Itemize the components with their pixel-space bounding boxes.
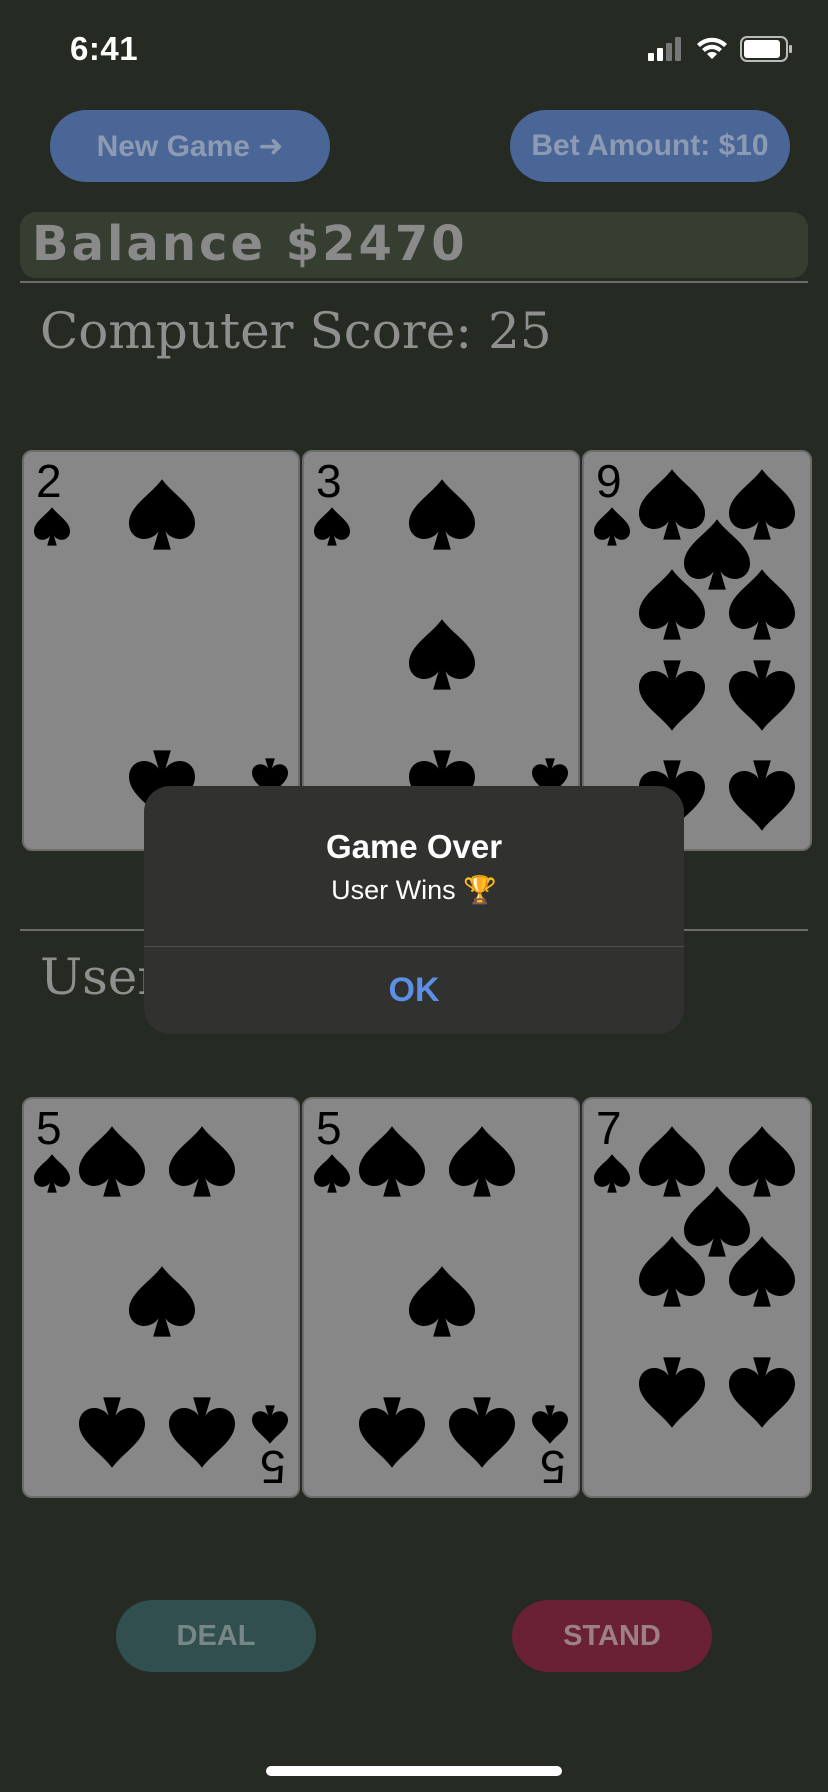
spade-icon <box>129 479 195 550</box>
home-indicator[interactable] <box>266 1766 562 1776</box>
spade-icon <box>684 1186 750 1257</box>
spade-pip-art <box>34 1126 288 1468</box>
game-over-alert: Game Over User Wins 🏆 OK <box>144 786 684 1034</box>
spade-icon <box>639 569 705 640</box>
spade-icon <box>639 1357 705 1428</box>
spade-icon <box>729 660 795 731</box>
card-rank: 2 <box>36 455 62 507</box>
spade-icon <box>314 1154 350 1193</box>
spade-icon <box>449 1126 515 1197</box>
status-bar: 6:41 <box>0 0 828 100</box>
spade-icon <box>129 1266 195 1337</box>
spade-pips <box>34 479 288 821</box>
spade-pip-art <box>594 1126 795 1428</box>
card-rank: 9 <box>596 455 622 507</box>
spade-icon <box>729 569 795 640</box>
card-rank-bottom: 5 <box>260 1441 286 1493</box>
spade-icon <box>729 760 795 831</box>
spade-icon <box>639 660 705 731</box>
spade-icon <box>169 1397 235 1468</box>
spade-icon <box>409 1266 475 1337</box>
card-rank: 7 <box>596 1102 622 1154</box>
spade-icon <box>409 619 475 690</box>
spade-icon <box>639 469 705 540</box>
spade-icon <box>639 1236 705 1307</box>
new-game-button[interactable]: New Game ➜ <box>50 110 330 182</box>
spade-icon <box>79 1397 145 1468</box>
spade-icon <box>729 1126 795 1197</box>
balance-panel: Balance $2470 <box>20 212 808 278</box>
spade-icon <box>684 519 750 590</box>
deal-button[interactable]: DEAL <box>116 1600 316 1672</box>
balance-text: Balance $2470 <box>32 216 468 272</box>
bet-amount-button[interactable]: Bet Amount: $10 <box>510 110 790 182</box>
alert-ok-button[interactable]: OK <box>144 947 684 1034</box>
spade-icon <box>359 1397 425 1468</box>
spade-icon <box>594 1154 630 1193</box>
stand-button[interactable]: STAND <box>512 1600 712 1672</box>
divider-top <box>20 281 808 283</box>
spade-icon <box>729 1357 795 1428</box>
spade-icon <box>594 507 630 546</box>
alert-message: User Wins 🏆 <box>331 875 497 905</box>
card-rank-bottom: 5 <box>540 1441 566 1493</box>
spade-icon <box>409 479 475 550</box>
status-time: 6:41 <box>70 30 139 67</box>
spade-pip-art <box>314 1126 568 1468</box>
spade-icon <box>729 1236 795 1307</box>
spade-icon <box>34 507 70 546</box>
computer-score-label: Computer Score: 25 <box>40 302 552 360</box>
spade-icon <box>252 1405 288 1444</box>
user-card-3: 7 <box>582 1097 812 1498</box>
spade-icon <box>314 507 350 546</box>
spade-icon <box>34 1154 70 1193</box>
card-rank: 5 <box>36 1102 62 1154</box>
battery-icon <box>740 36 792 62</box>
spade-icon <box>169 1126 235 1197</box>
spade-icon <box>639 1126 705 1197</box>
spade-icon <box>449 1397 515 1468</box>
card-rank: 5 <box>316 1102 342 1154</box>
alert-title: Game Over <box>325 828 503 865</box>
user-card-2: 5 5 <box>302 1097 580 1498</box>
spade-icon <box>359 1126 425 1197</box>
spade-icon <box>79 1126 145 1197</box>
spade-icon <box>729 469 795 540</box>
spade-icon <box>532 1405 568 1444</box>
status-icons <box>648 36 794 62</box>
card-rank: 3 <box>316 455 342 507</box>
user-card-1: 5 5 <box>22 1097 300 1498</box>
wifi-icon <box>697 37 727 59</box>
cellular-signal-icon <box>648 37 681 61</box>
